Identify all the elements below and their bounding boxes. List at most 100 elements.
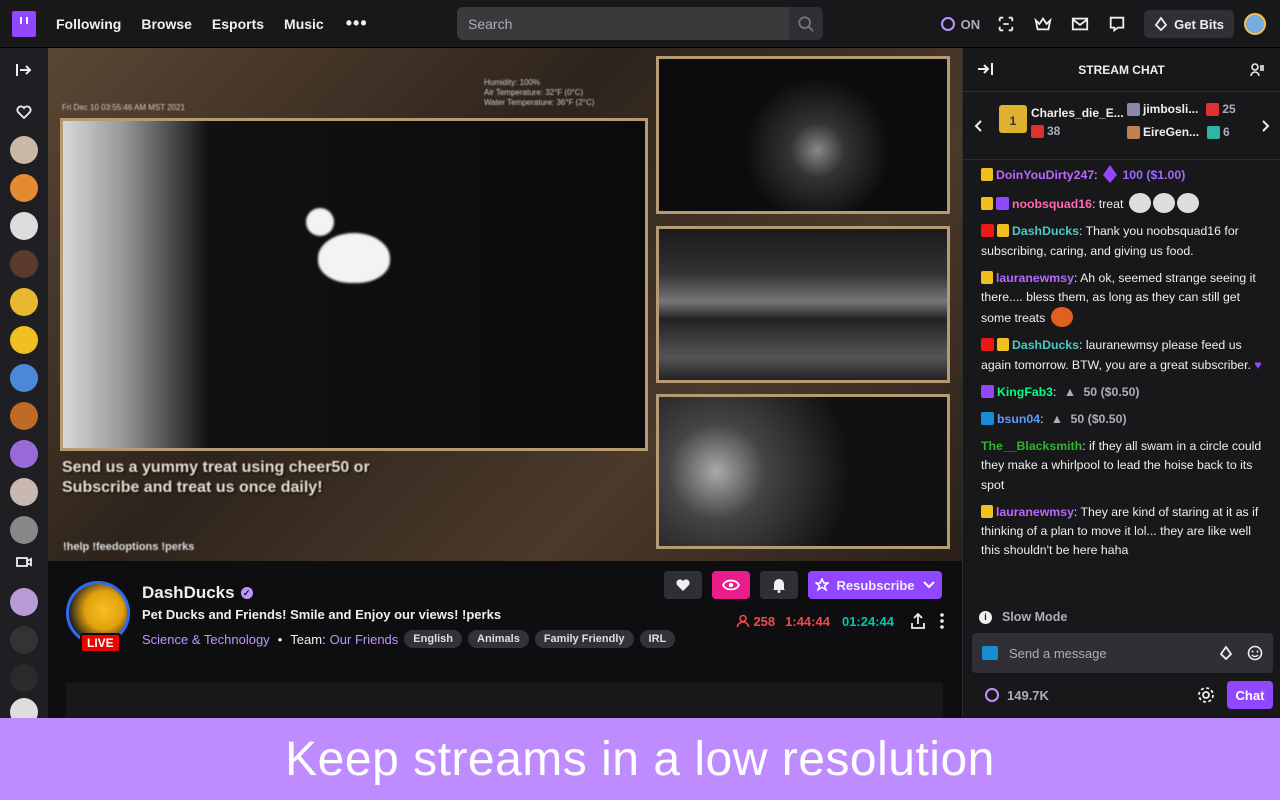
follow-button[interactable] bbox=[664, 571, 702, 599]
chat-input-placeholder: Send a message bbox=[1009, 645, 1107, 661]
promo-banner-text: Keep streams in a low resolution bbox=[285, 732, 995, 786]
followed-channel-avatar[interactable] bbox=[10, 326, 38, 354]
whispers-button[interactable] bbox=[1107, 14, 1127, 34]
watch-party-button[interactable] bbox=[712, 571, 750, 599]
inbox-button[interactable] bbox=[1070, 14, 1090, 34]
recommended-channel-avatar[interactable] bbox=[10, 664, 38, 692]
chevron-right-icon[interactable] bbox=[1262, 120, 1270, 132]
gifter-2-name[interactable]: jimbosli... bbox=[1143, 102, 1198, 116]
points-toggle[interactable]: ON bbox=[940, 17, 980, 32]
chat-message-text: 50 ($0.50) bbox=[1083, 384, 1140, 399]
channel-points[interactable]: 149.7K bbox=[985, 688, 1049, 703]
followed-channel-avatar[interactable] bbox=[10, 250, 38, 278]
prime-button[interactable] bbox=[1033, 14, 1053, 34]
followed-channel-avatar[interactable] bbox=[10, 174, 38, 202]
chevron-left-icon[interactable] bbox=[974, 120, 982, 132]
chat-username[interactable]: KingFab3 bbox=[997, 385, 1053, 399]
gift-badge-icon bbox=[1206, 102, 1220, 116]
gifter-3-count: 6 bbox=[1223, 125, 1230, 139]
stream-stats: 258 1:44:44 01:24:44 bbox=[736, 613, 944, 629]
nav-browse[interactable]: Browse bbox=[141, 16, 192, 32]
cheer-icon: ▲ bbox=[1063, 384, 1077, 399]
recommended-channel-avatar[interactable] bbox=[10, 626, 38, 654]
collapse-chat-icon[interactable] bbox=[977, 62, 993, 76]
stream-time-red: 1:44:44 bbox=[785, 613, 830, 629]
chat-username[interactable]: DashDucks bbox=[1012, 338, 1079, 352]
recommended-channel-avatar[interactable] bbox=[10, 588, 38, 616]
followed-channel-avatar[interactable] bbox=[10, 136, 38, 164]
chat-username[interactable]: DoinYouDirty247 bbox=[996, 168, 1094, 182]
nav-esports[interactable]: Esports bbox=[212, 16, 264, 32]
followed-channel-avatar[interactable] bbox=[10, 440, 38, 468]
gifter-1-name[interactable]: Charles_die_E... bbox=[1031, 106, 1124, 120]
chat-username[interactable]: bsun04 bbox=[997, 412, 1040, 426]
nav-music[interactable]: Music bbox=[284, 16, 324, 32]
crown-icon bbox=[1034, 16, 1052, 31]
team-link[interactable]: Our Friends bbox=[330, 632, 399, 647]
purple-heart-icon: ♥ bbox=[1254, 357, 1262, 372]
category-link[interactable]: Science & Technology bbox=[142, 632, 270, 647]
gifter-1-count-row: 38 bbox=[1031, 124, 1060, 138]
chat-username[interactable]: DashDucks bbox=[1012, 224, 1079, 238]
gift-badge-icon bbox=[1031, 124, 1044, 138]
followed-channel-avatar[interactable] bbox=[10, 516, 38, 544]
resubscribe-label: Resubscribe bbox=[836, 577, 915, 593]
tag-english[interactable]: English bbox=[404, 630, 463, 648]
channel-info: LIVE DashDucks ✓ Pet Ducks and Friends! … bbox=[48, 561, 962, 723]
search-button[interactable] bbox=[789, 7, 823, 40]
tag-irl[interactable]: IRL bbox=[639, 630, 676, 648]
overlay-water-temp: Water Temperature: 36°F (2°C) bbox=[484, 98, 595, 107]
notifications-button[interactable] bbox=[760, 571, 798, 599]
followed-channel-avatar[interactable] bbox=[10, 288, 38, 316]
share-icon[interactable] bbox=[910, 613, 926, 629]
chat-message: DashDucks: lauranewmsy please feed us ag… bbox=[981, 338, 1262, 372]
meta-separator: • bbox=[277, 631, 283, 647]
heart-icon[interactable] bbox=[12, 100, 36, 124]
channel-name[interactable]: DashDucks bbox=[142, 583, 235, 603]
resubscribe-button[interactable]: Resubscribe bbox=[808, 571, 942, 599]
channel-points-icon bbox=[985, 688, 999, 702]
expand-sidebar-icon[interactable] bbox=[12, 58, 36, 82]
duck-body bbox=[318, 233, 390, 283]
followed-channel-avatar[interactable] bbox=[10, 478, 38, 506]
slow-mode-notice: i Slow Mode bbox=[979, 610, 1067, 624]
crop-icon bbox=[998, 16, 1014, 32]
tag-animals[interactable]: Animals bbox=[468, 630, 529, 648]
chat-bubble-icon bbox=[1109, 16, 1125, 33]
chat-message-text: 100 ($1.00) bbox=[1122, 168, 1186, 182]
clip-button[interactable] bbox=[996, 14, 1016, 34]
chat-username[interactable]: lauranewmsy bbox=[996, 271, 1074, 285]
followed-channel-avatar[interactable] bbox=[10, 212, 38, 240]
nav-following[interactable]: Following bbox=[56, 16, 121, 32]
camera-feed-4 bbox=[656, 394, 950, 549]
community-icon[interactable] bbox=[1250, 62, 1266, 78]
video-player[interactable]: Fri Dec 10 03:55:46 AM MST 2021 Humidity… bbox=[48, 48, 962, 561]
more-menu-icon[interactable]: ••• bbox=[346, 13, 368, 34]
user-avatar[interactable] bbox=[1244, 13, 1266, 35]
overlay-humidity: Humidity: 100% bbox=[484, 78, 541, 87]
search-input[interactable]: Search bbox=[457, 7, 789, 40]
get-bits-button[interactable]: Get Bits bbox=[1144, 10, 1234, 38]
emote-picker-icon[interactable] bbox=[1247, 645, 1263, 661]
twitch-logo-icon[interactable] bbox=[12, 10, 36, 37]
chat-input[interactable]: Send a message bbox=[972, 633, 1273, 673]
chat-settings-icon[interactable] bbox=[1197, 686, 1215, 704]
followed-channel-avatar[interactable] bbox=[10, 364, 38, 392]
chat-message-text: 50 ($0.50) bbox=[1070, 412, 1127, 427]
side-nav bbox=[0, 48, 48, 726]
chat-send-button[interactable]: Chat bbox=[1227, 681, 1273, 709]
followed-channel-avatar[interactable] bbox=[10, 402, 38, 430]
chat-username[interactable]: noobsquad16 bbox=[1012, 197, 1092, 211]
chat-username[interactable]: The__Blacksmith bbox=[981, 439, 1082, 453]
more-options-icon[interactable] bbox=[940, 613, 944, 629]
chat-title: STREAM CHAT bbox=[1078, 62, 1165, 77]
search-icon bbox=[798, 15, 814, 32]
mail-icon bbox=[1072, 17, 1089, 31]
video-camera-icon[interactable] bbox=[12, 550, 36, 574]
duck-head bbox=[306, 208, 334, 236]
tag-family-friendly[interactable]: Family Friendly bbox=[534, 630, 634, 648]
bits-gem-icon[interactable] bbox=[1219, 646, 1233, 660]
gifter-3-name[interactable]: EireGen... bbox=[1143, 125, 1199, 139]
slow-mode-label: Slow Mode bbox=[1002, 610, 1068, 624]
chat-username[interactable]: lauranewmsy bbox=[996, 505, 1074, 519]
